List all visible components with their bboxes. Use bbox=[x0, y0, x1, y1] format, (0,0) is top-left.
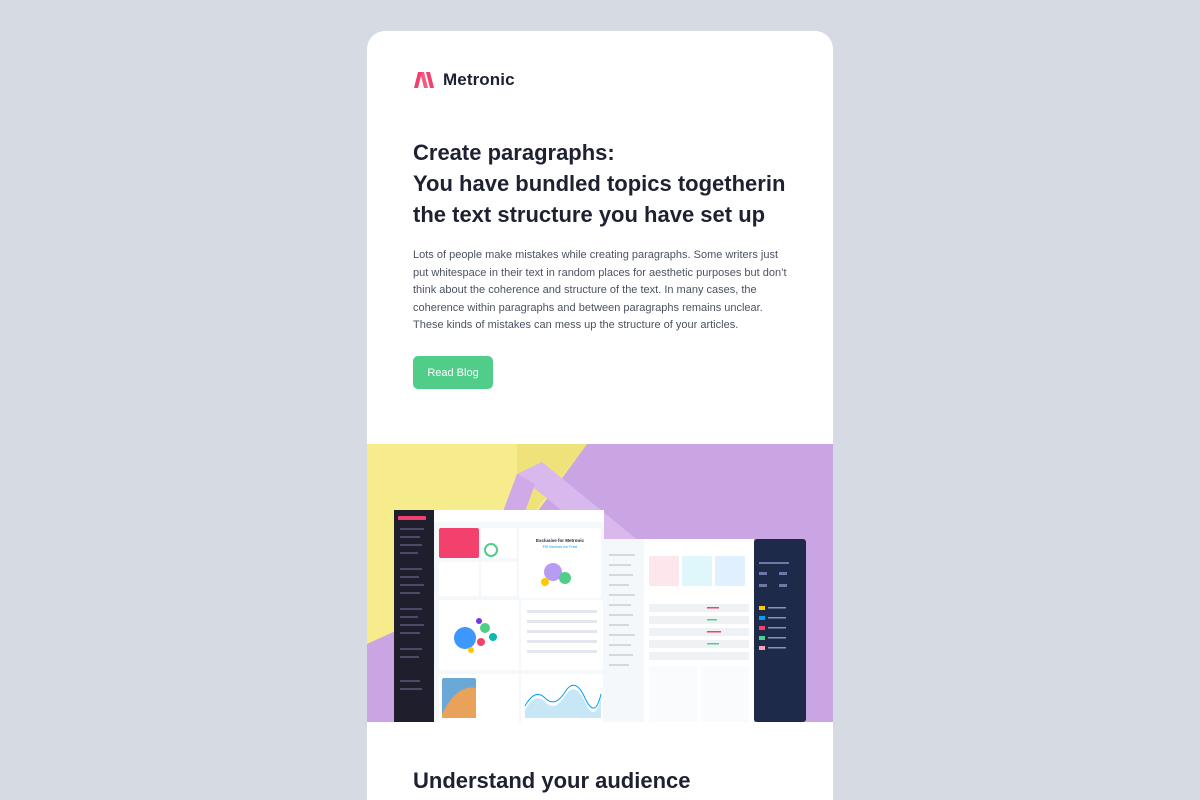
promo-title: Exclusive for Metronic bbox=[536, 538, 585, 543]
section-title: Understand your audience bbox=[413, 768, 691, 793]
brand-name: Metronic bbox=[443, 70, 515, 89]
promo-subtitle: Fill Vectors for Free bbox=[543, 544, 578, 549]
article-headline: Create paragraphs: You have bundled topi… bbox=[413, 137, 813, 230]
read-blog-button[interactable]: Read Blog bbox=[413, 356, 493, 389]
hero-image: Exclusive for Metronic Fill Vectors for … bbox=[367, 444, 833, 722]
metronic-logo-icon bbox=[414, 72, 434, 88]
article-body: Lots of people make mistakes while creat… bbox=[413, 249, 787, 332]
headline-line: the text structure you have set up bbox=[413, 202, 766, 227]
brand-logo[interactable]: Metronic bbox=[413, 70, 515, 90]
email-card: Metronic Create paragraphs: You have bun… bbox=[367, 31, 833, 800]
headline-line: Create paragraphs: bbox=[413, 140, 615, 165]
headline-line: You have bundled topics togetherin bbox=[413, 171, 786, 196]
